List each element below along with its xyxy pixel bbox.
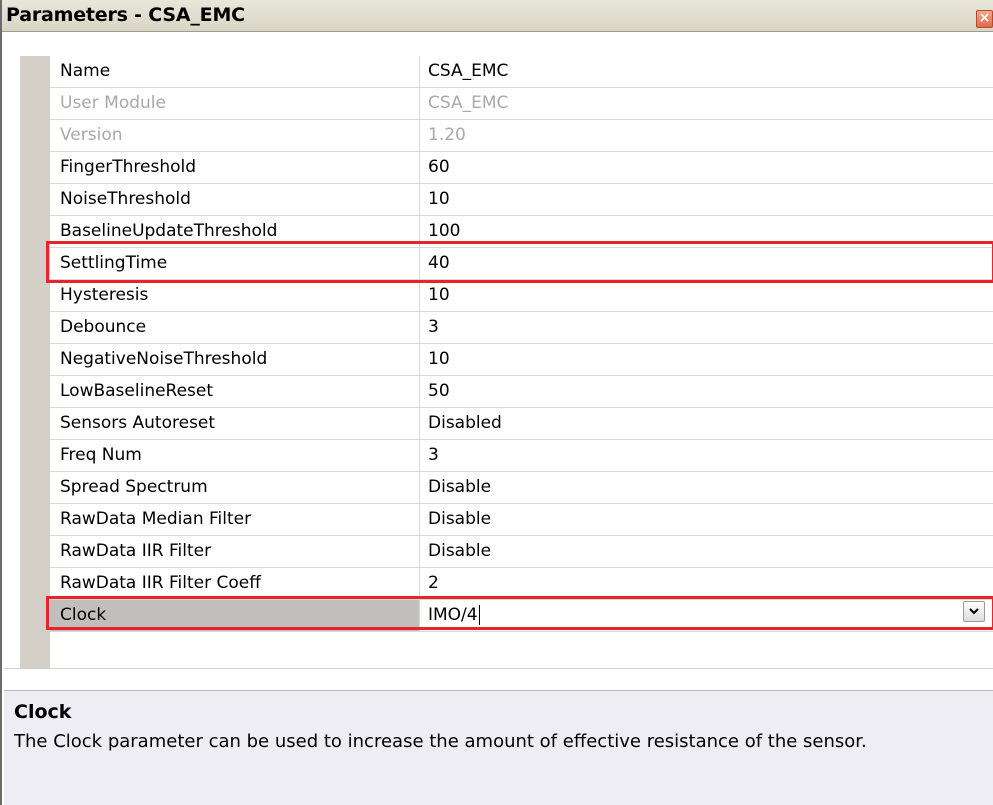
parameter-value-text: IMO/4: [428, 605, 478, 625]
parameter-value-text: Disable: [428, 509, 492, 529]
parameter-name: Hysteresis: [50, 280, 420, 311]
parameter-value-text: 10: [428, 349, 450, 369]
parameter-name: RawData IIR Filter Coeff: [50, 568, 420, 599]
parameter-value[interactable]: 100: [420, 216, 993, 247]
parameter-name: Name: [50, 56, 420, 87]
parameter-value[interactable]: 50: [420, 376, 993, 407]
parameter-value-text: Disable: [428, 477, 492, 497]
clock-dropdown-button[interactable]: [963, 601, 985, 622]
parameter-value: CSA_EMC: [420, 88, 993, 119]
parameter-row[interactable]: Freq Num 3: [50, 440, 993, 472]
description-title: Clock: [14, 701, 72, 723]
parameter-value[interactable]: 60: [420, 152, 993, 183]
parameter-name: Spread Spectrum: [50, 472, 420, 503]
parameter-grid: Name CSA_EMC User Module CSA_EMC Version 1.20…: [4, 32, 993, 668]
parameter-row[interactable]: Name CSA_EMC: [50, 56, 993, 88]
parameter-value-text: CSA_EMC: [428, 61, 509, 81]
parameter-row[interactable]: Debounce 3: [50, 312, 993, 344]
parameter-value-text: 1.20: [428, 125, 466, 145]
parameter-value-text: Disabled: [428, 413, 502, 433]
parameter-name: Version: [50, 120, 420, 151]
description-text: The Clock parameter can be used to incre…: [14, 731, 867, 752]
parameter-row[interactable]: FingerThreshold 60: [50, 152, 993, 184]
parameter-row[interactable]: Sensors Autoreset Disabled: [50, 408, 993, 440]
description-panel: Clock The Clock parameter can be used to…: [4, 690, 993, 805]
parameter-row[interactable]: NegativeNoiseThreshold 10: [50, 344, 993, 376]
parameters-window: Parameters - CSA_EMC × Name CSA_EMC User M…: [0, 0, 993, 805]
clock-value-field[interactable]: IMO/4: [420, 600, 993, 631]
parameter-name: Sensors Autoreset: [50, 408, 420, 439]
parameter-value-text: 10: [428, 189, 450, 209]
parameter-value[interactable]: 2: [420, 568, 993, 599]
parameter-row[interactable]: SettlingTime 40: [50, 248, 993, 280]
parameter-value-text: 10: [428, 285, 450, 305]
parameter-row[interactable]: Version 1.20: [50, 120, 993, 152]
parameter-value[interactable]: 3: [420, 440, 993, 471]
parameter-name: NegativeNoiseThreshold: [50, 344, 420, 375]
parameter-value-text: 60: [428, 157, 450, 177]
parameter-value[interactable]: Disable: [420, 504, 993, 535]
parameter-value[interactable]: 40: [420, 248, 993, 279]
parameter-value-text: Disable: [428, 541, 492, 561]
parameter-value[interactable]: CSA_EMC: [420, 56, 993, 87]
parameter-name: User Module: [50, 88, 420, 119]
description-splitter[interactable]: [4, 668, 993, 690]
parameter-value[interactable]: Disabled: [420, 408, 993, 439]
parameter-name: FingerThreshold: [50, 152, 420, 183]
parameter-row[interactable]: LowBaselineReset 50: [50, 376, 993, 408]
parameter-name: RawData Median Filter: [50, 504, 420, 535]
parameter-value-text: 50: [428, 381, 450, 401]
parameter-value[interactable]: Disable: [420, 472, 993, 503]
parameter-row[interactable]: NoiseThreshold 10: [50, 184, 993, 216]
parameter-name: Debounce: [50, 312, 420, 343]
grid-left-margin: [4, 32, 20, 668]
parameter-value-text: 100: [428, 221, 461, 241]
parameter-value[interactable]: 3: [420, 312, 993, 343]
parameter-name: Clock: [50, 600, 420, 631]
window-title: Parameters - CSA_EMC: [6, 4, 245, 26]
parameter-value-text: 40: [428, 253, 450, 273]
text-cursor: [478, 605, 480, 625]
parameter-row[interactable]: RawData IIR Filter Disable: [50, 536, 993, 568]
parameter-value: 1.20: [420, 120, 993, 151]
parameter-value[interactable]: 10: [420, 280, 993, 311]
parameter-row[interactable]: Clock IMO/4: [50, 600, 993, 632]
chevron-down-icon: [969, 608, 979, 615]
parameter-row[interactable]: Spread Spectrum Disable: [50, 472, 993, 504]
parameter-row[interactable]: User Module CSA_EMC: [50, 88, 993, 120]
grid-row-gutter: [20, 56, 50, 668]
parameter-row[interactable]: RawData Median Filter Disable: [50, 504, 993, 536]
parameter-value-text: 2: [428, 573, 439, 593]
parameter-value[interactable]: 10: [420, 184, 993, 215]
parameter-name: LowBaselineReset: [50, 376, 420, 407]
parameter-name: Freq Num: [50, 440, 420, 471]
parameter-value[interactable]: Disable: [420, 536, 993, 567]
close-icon: ×: [978, 10, 991, 26]
parameter-value-text: CSA_EMC: [428, 93, 509, 113]
parameter-name: RawData IIR Filter: [50, 536, 420, 567]
parameter-value[interactable]: 10: [420, 344, 993, 375]
parameter-name: BaselineUpdateThreshold: [50, 216, 420, 247]
title-bar: Parameters - CSA_EMC ×: [2, 0, 993, 32]
parameter-row[interactable]: RawData IIR Filter Coeff 2: [50, 568, 993, 600]
parameter-row[interactable]: BaselineUpdateThreshold 100: [50, 216, 993, 248]
parameter-name: SettlingTime: [50, 248, 420, 279]
parameter-value-text: 3: [428, 445, 439, 465]
close-button[interactable]: ×: [976, 10, 993, 28]
parameter-row[interactable]: Hysteresis 10: [50, 280, 993, 312]
parameter-value-text: 3: [428, 317, 439, 337]
parameter-name: NoiseThreshold: [50, 184, 420, 215]
